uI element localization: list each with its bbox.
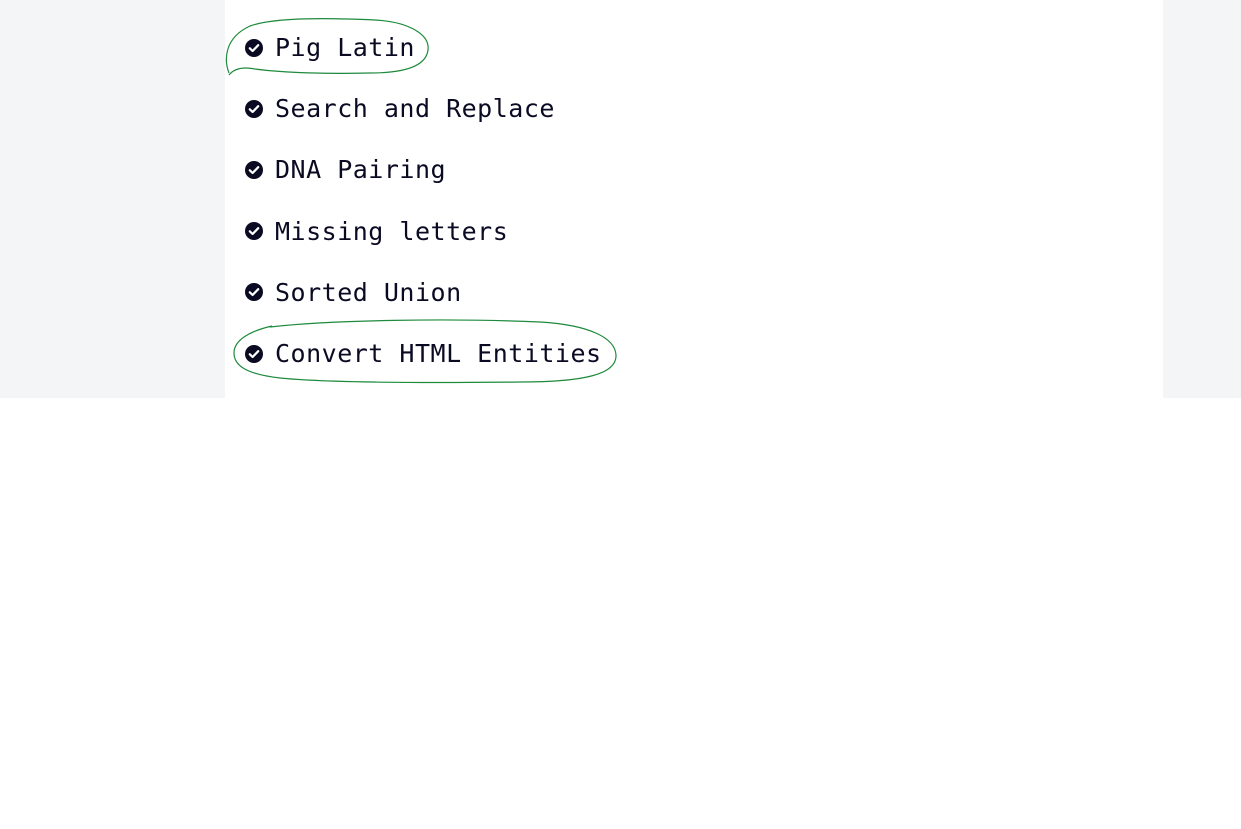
page: Pig Latin Search and Replace DNA Pairing… (0, 0, 1241, 829)
challenge-item-sorted-union[interactable]: Sorted Union (245, 262, 602, 323)
challenge-label[interactable]: Convert HTML Entities (275, 339, 602, 368)
content-panel: Pig Latin Search and Replace DNA Pairing… (225, 0, 1163, 398)
challenge-label[interactable]: Sorted Union (275, 278, 462, 307)
check-circle-icon (245, 38, 263, 57)
challenge-item-search-and-replace[interactable]: Search and Replace (245, 78, 602, 139)
challenge-list: Pig Latin Search and Replace DNA Pairing… (245, 17, 602, 384)
check-circle-icon (245, 99, 263, 118)
check-circle-icon (245, 283, 263, 302)
check-circle-icon (245, 160, 263, 179)
challenge-item-convert-html-entities[interactable]: Convert HTML Entities (245, 323, 602, 384)
challenge-label[interactable]: DNA Pairing (275, 155, 446, 184)
challenge-label[interactable]: Pig Latin (275, 33, 415, 62)
check-circle-icon (245, 222, 263, 241)
challenge-item-pig-latin[interactable]: Pig Latin (245, 17, 602, 78)
challenge-item-missing-letters[interactable]: Missing letters (245, 201, 602, 262)
check-circle-icon (245, 344, 263, 363)
challenge-item-dna-pairing[interactable]: DNA Pairing (245, 139, 602, 200)
challenge-label[interactable]: Search and Replace (275, 94, 555, 123)
challenge-label[interactable]: Missing letters (275, 217, 508, 246)
